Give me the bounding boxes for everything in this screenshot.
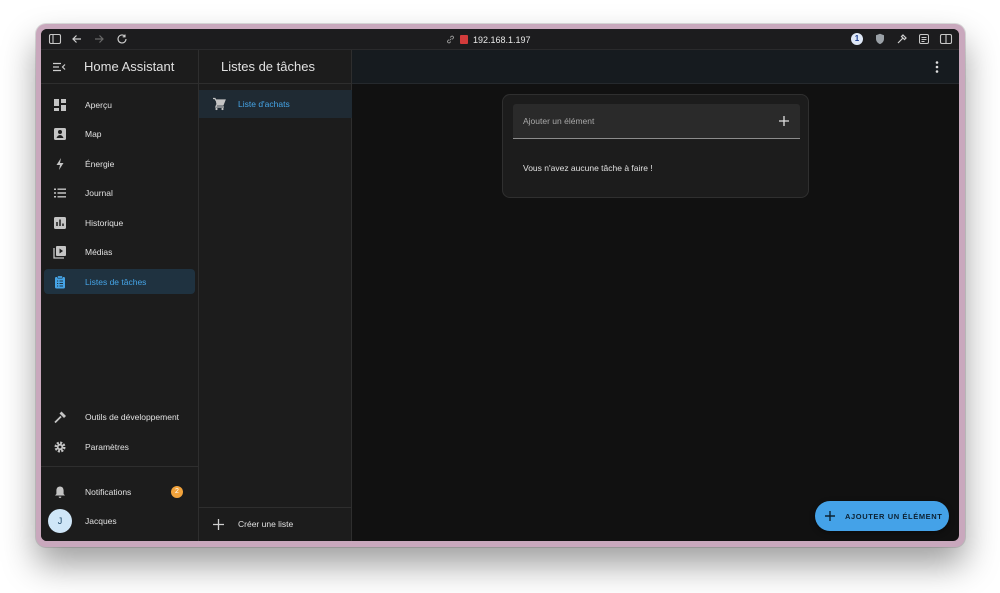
more-options-icon[interactable] — [933, 60, 941, 74]
sidebar-item-historique[interactable]: Historique — [44, 210, 195, 235]
hammer-icon — [54, 411, 66, 424]
shield-extension-icon[interactable] — [873, 32, 887, 46]
sidebar-item-energie[interactable]: Énergie — [44, 151, 195, 176]
list-item-label: Liste d'achats — [238, 99, 290, 109]
sidebar-item-label: Aperçu — [85, 99, 112, 110]
address-bar[interactable]: 192.168.1.197 — [446, 29, 531, 50]
sidebar-item-apercu[interactable]: Aperçu — [44, 92, 195, 117]
create-list-label: Créer une liste — [238, 519, 294, 529]
clipboard-list-icon — [55, 275, 65, 289]
reload-icon[interactable] — [115, 32, 129, 46]
main-header — [352, 50, 959, 84]
sidebar-divider — [41, 466, 199, 467]
lists-pane-header: Listes de tâches — [199, 50, 351, 84]
sidebar-item-user[interactable]: J Jacques — [44, 508, 195, 534]
url-text: 192.168.1.197 — [473, 34, 531, 45]
media-icon — [53, 246, 66, 259]
add-item-button[interactable]: AJOUTER UN ÉLÉMENT — [815, 501, 949, 531]
split-view-icon[interactable] — [939, 32, 953, 46]
add-item-field — [513, 104, 800, 139]
sidebar-item-label: Paramètres — [85, 441, 129, 452]
chart-icon — [54, 217, 66, 229]
sidebar-item-medias[interactable]: Médias — [44, 239, 195, 264]
menu-collapse-icon[interactable] — [52, 60, 66, 74]
sidebar-item-label: Notifications — [85, 486, 132, 497]
link-icon — [447, 35, 454, 44]
user-name: Jacques — [85, 516, 117, 526]
lightning-icon — [56, 158, 64, 170]
reader-icon[interactable] — [917, 32, 931, 46]
sidebar-item-outils-de-developpement[interactable]: Outils de développement — [44, 404, 195, 429]
sidebar-item-label: Outils de développement — [85, 411, 180, 422]
eyedropper-icon[interactable] — [895, 32, 909, 46]
insecure-lock-icon — [460, 35, 468, 44]
forward-icon[interactable] — [92, 32, 106, 46]
page-title: Listes de tâches — [221, 59, 315, 74]
sidebar: Home Assistant Aperçu Map Énergie Journa… — [41, 50, 199, 541]
browser-toolbar: 192.168.1.197 1 — [41, 29, 959, 50]
sidebar-item-label: Map — [85, 128, 102, 139]
add-item-button-label: AJOUTER UN ÉLÉMENT — [845, 512, 943, 521]
add-item-input[interactable] — [523, 104, 763, 138]
add-item-plus-icon[interactable] — [778, 115, 790, 127]
cart-icon — [213, 97, 226, 111]
list-icon — [54, 188, 66, 198]
sidebar-item-label: Historique — [85, 217, 124, 228]
map-icon — [54, 128, 66, 140]
browser-content: 192.168.1.197 1 Home Assistant Aperçu Ma… — [41, 29, 959, 541]
password-manager-icon[interactable]: 1 — [851, 33, 863, 45]
sidebar-item-label: Listes de tâches — [85, 276, 147, 287]
gear-icon — [54, 441, 66, 453]
sidebar-item-label: Journal — [85, 187, 113, 198]
avatar: J — [48, 509, 72, 533]
sidebar-item-parametres[interactable]: Paramètres — [44, 434, 195, 459]
list-item-liste-d-achats[interactable]: Liste d'achats — [199, 90, 352, 118]
plus-icon — [213, 519, 224, 530]
todo-lists-pane: Listes de tâches Liste d'achats Créer un… — [199, 50, 352, 541]
sidebar-item-map[interactable]: Map — [44, 121, 195, 146]
create-list-button[interactable]: Créer une liste — [199, 507, 352, 541]
sidebar-item-notifications[interactable]: Notifications 2 — [44, 479, 195, 504]
browser-window: 192.168.1.197 1 Home Assistant Aperçu Ma… — [36, 24, 965, 547]
notification-count-badge: 2 — [171, 486, 183, 498]
sidebar-item-listes-de-taches[interactable]: Listes de tâches — [44, 269, 195, 294]
plus-icon — [825, 511, 835, 521]
back-icon[interactable] — [70, 32, 84, 46]
sidebar-item-label: Énergie — [85, 158, 115, 169]
todo-card: Vous n'avez aucune tâche à faire ! — [502, 94, 809, 198]
sidebar-item-journal[interactable]: Journal — [44, 180, 195, 205]
dashboard-icon — [54, 99, 66, 111]
sidebar-header: Home Assistant — [41, 50, 198, 84]
sidebar-item-label: Médias — [85, 246, 113, 257]
sidebar-toggle-icon[interactable] — [48, 32, 62, 46]
bell-icon — [55, 486, 65, 498]
app-title: Home Assistant — [84, 59, 175, 74]
empty-state-message: Vous n'avez aucune tâche à faire ! — [523, 163, 653, 173]
